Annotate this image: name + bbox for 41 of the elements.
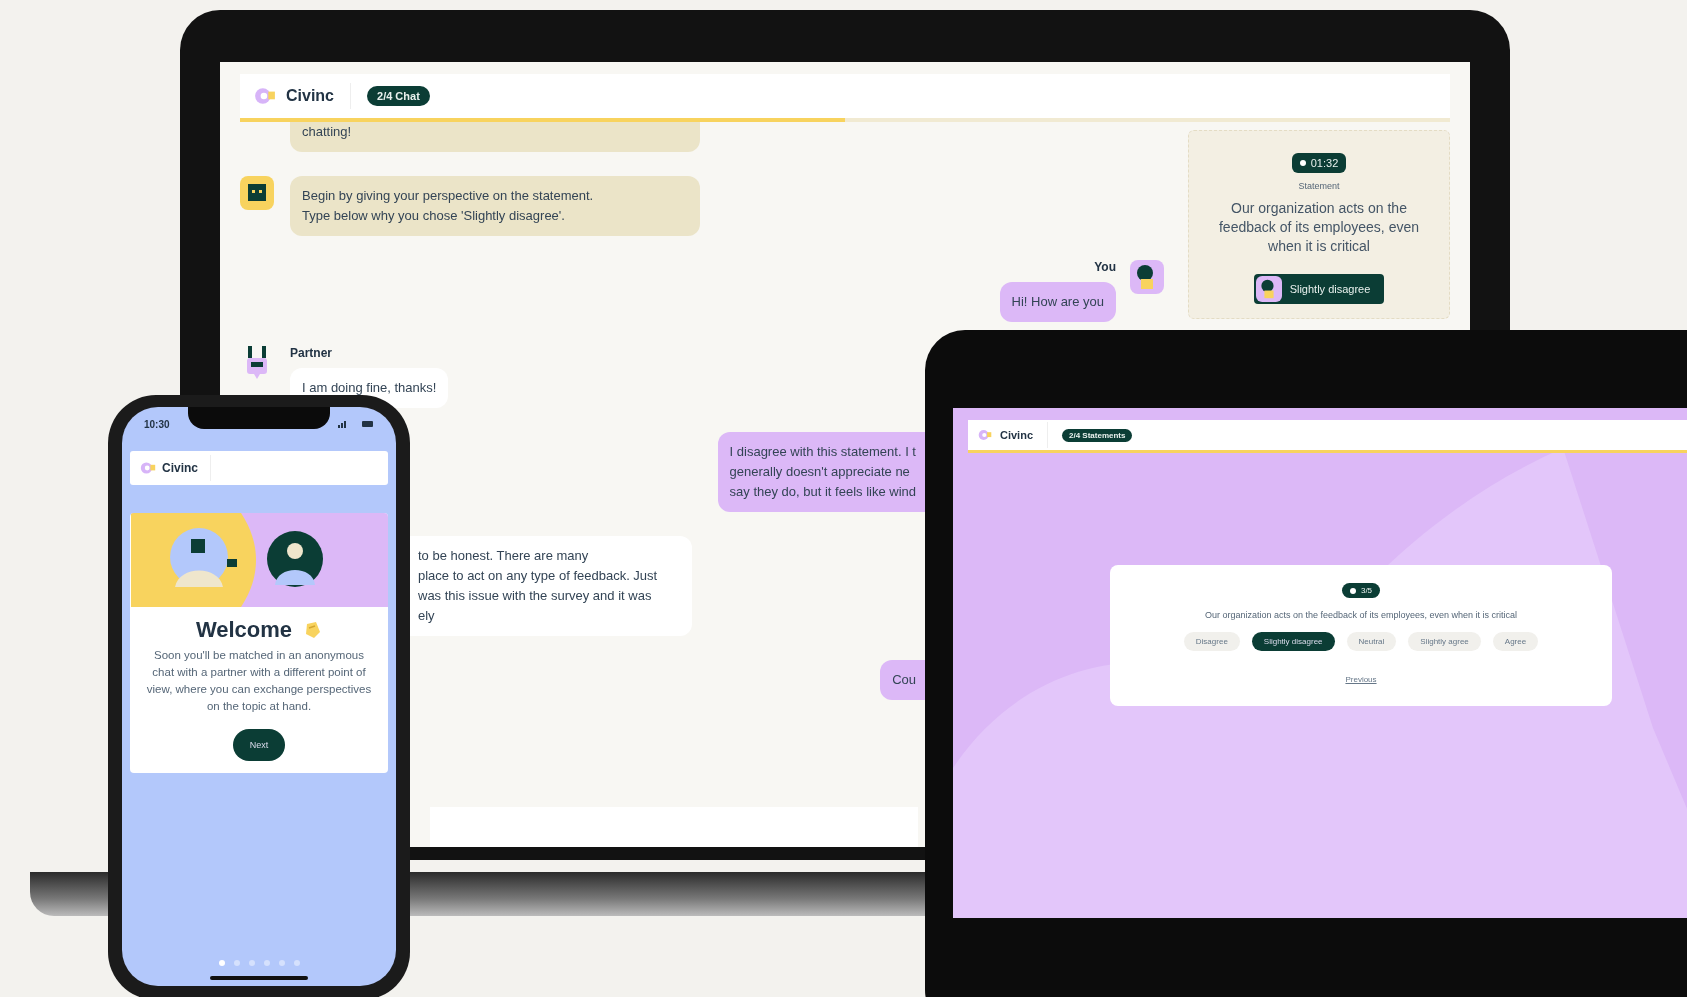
logo-text: Civinc [162,461,198,475]
logo-text: Civinc [1000,429,1033,441]
status-time: 10:30 [144,418,170,430]
next-button[interactable]: Next [233,729,285,761]
previous-link[interactable]: Previous [1345,675,1377,684]
step-badge: 2/4 Statements [1062,428,1133,442]
page-dot[interactable] [218,960,225,966]
status-icons [338,420,374,428]
bunny-avatar-icon [244,346,270,380]
message-bubble: chatting! [290,122,700,152]
logo-icon [140,460,156,476]
sender-name: You [1094,260,1116,274]
statement-label: Statement [1298,181,1340,191]
step-badge: 2/4 Chat [367,86,430,106]
logo-icon [254,85,276,107]
answer-option[interactable]: Slightly disagree [1251,632,1335,651]
message-bubble: Begin by giving your perspective on the statement. Type below why you chose 'Slightly disagree'. [290,176,700,236]
page-dot[interactable] [233,960,240,966]
statement-text: Our organization acts on the feedback of its employees, even when it is critical [1218,199,1420,256]
bot-avatar-icon [240,176,274,210]
answer-option[interactable]: Neutral [1346,632,1397,651]
sender-name: Partner [290,346,334,360]
timer-badge: 3/5 [1341,583,1381,598]
logo-icon [978,428,992,442]
welcome-title: Welcome [195,617,293,643]
message-bubble: Hi! How are you [999,282,1116,322]
logo-text: Civinc [286,87,334,105]
page-dot[interactable] [293,960,300,966]
page-dot[interactable] [263,960,270,966]
choice-chip[interactable]: Slightly disagree [1253,274,1385,304]
avatar-icon [1255,276,1282,302]
welcome-text: Soon you'll be matched in an anonymous chat with a partner with a different point of view, where you can exchange perspectives on the topic at hand. [145,648,373,714]
page-dot[interactable] [248,960,255,966]
page-dot[interactable] [278,960,285,966]
answer-option[interactable]: Agree [1492,632,1539,651]
avatar-icon [1130,260,1164,294]
answer-option[interactable]: Disagree [1183,632,1240,651]
statement-text: Our organization acts on the feedback of its employees, even when it is critical [1203,609,1519,622]
timer-badge: 01:32 [1291,153,1347,173]
answer-option[interactable]: Slightly agree [1408,632,1481,651]
message-input[interactable] [430,807,918,847]
